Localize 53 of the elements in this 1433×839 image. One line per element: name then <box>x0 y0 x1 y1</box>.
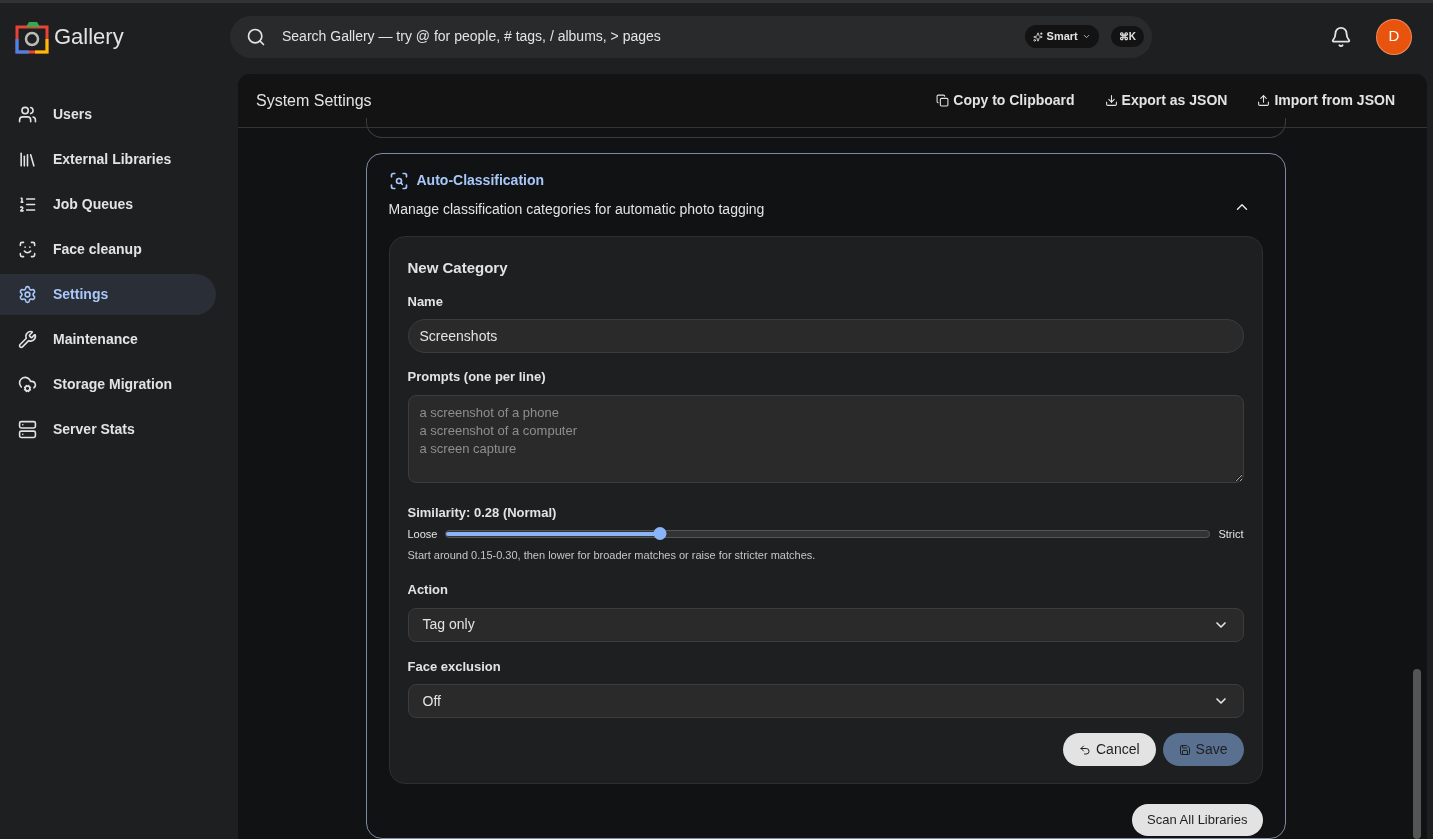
name-input[interactable]: Screenshots <box>407 319 1244 353</box>
slider-max-label: Strict <box>1218 527 1244 542</box>
header-action[interactable]: Import from JSON <box>1257 90 1395 111</box>
scrollbar-thumb[interactable] <box>1413 669 1421 839</box>
undo-icon <box>1079 743 1091 756</box>
chevron-down-icon <box>1081 32 1091 41</box>
prompts-textarea[interactable]: a screenshot of a phone a screenshot of a computer a screen capture <box>407 394 1244 483</box>
select-field[interactable]: Off <box>407 684 1244 718</box>
cancel-button[interactable]: Cancel <box>1063 733 1156 766</box>
search-mode-dropdown[interactable]: Smart <box>1024 25 1099 48</box>
field-label: Name <box>407 292 444 311</box>
section-description: Manage classification categories for automatic photo tagging <box>388 200 765 219</box>
sidebar-item[interactable]: External Libraries <box>0 139 216 180</box>
field-label: Prompts (one per line) <box>407 368 547 386</box>
sidebar-item[interactable]: Settings <box>0 274 216 315</box>
sparkle-icon <box>1032 31 1043 42</box>
sidebar-item[interactable]: Face cleanup <box>0 229 216 270</box>
slider-min-label: Loose <box>407 527 438 542</box>
save-icon <box>1178 743 1191 756</box>
sidebar-item[interactable]: Maintenance <box>0 319 216 360</box>
books-icon <box>18 150 37 169</box>
page-title: System Settings <box>256 90 372 111</box>
server-icon <box>18 420 37 439</box>
sidebar-item[interactable]: Storage Migration <box>0 364 216 405</box>
notification-icon[interactable] <box>1330 25 1352 48</box>
cloud-icon <box>18 375 37 394</box>
wrench-icon <box>18 330 37 349</box>
select-field[interactable]: Tag only <box>407 607 1244 642</box>
search-field[interactable]: Search Gallery — try @ for people, # tags, / albums, > pages Smart ⌘K <box>230 15 1152 58</box>
copy-icon <box>936 94 950 107</box>
users-icon <box>18 105 37 124</box>
upload-icon <box>1257 94 1271 107</box>
scan-libraries-button[interactable]: Scan All Libraries <box>1132 804 1263 836</box>
scan-search-icon <box>388 170 409 191</box>
sidebar-item[interactable]: Server Stats <box>0 409 216 450</box>
face-icon <box>18 240 37 259</box>
header-action[interactable]: Copy to Clipboard <box>936 90 1075 111</box>
app-name: Gallery <box>54 23 124 51</box>
sidebar-item[interactable]: Job Queues <box>0 184 216 225</box>
slider-hint: Start around 0.15-0.30, then lower for broader matches or raise for stricter matches. <box>407 547 817 563</box>
sidebar-item[interactable]: Users <box>0 94 216 135</box>
settings-icon <box>18 285 37 304</box>
download-icon <box>1104 94 1118 107</box>
field-label: Action <box>407 581 449 599</box>
slider-thumb[interactable] <box>653 527 667 541</box>
shortcut-badge: ⌘K <box>1110 26 1144 47</box>
field-label: Similarity: 0.28 (Normal) <box>407 503 558 522</box>
search-icon <box>246 26 266 47</box>
section-title: Auto-Classification <box>416 171 545 190</box>
header-action[interactable]: Export as JSON <box>1104 90 1228 111</box>
user-avatar[interactable]: D <box>1376 18 1412 55</box>
form-title: New Category <box>407 258 509 278</box>
field-label: Face exclusion <box>407 657 502 676</box>
